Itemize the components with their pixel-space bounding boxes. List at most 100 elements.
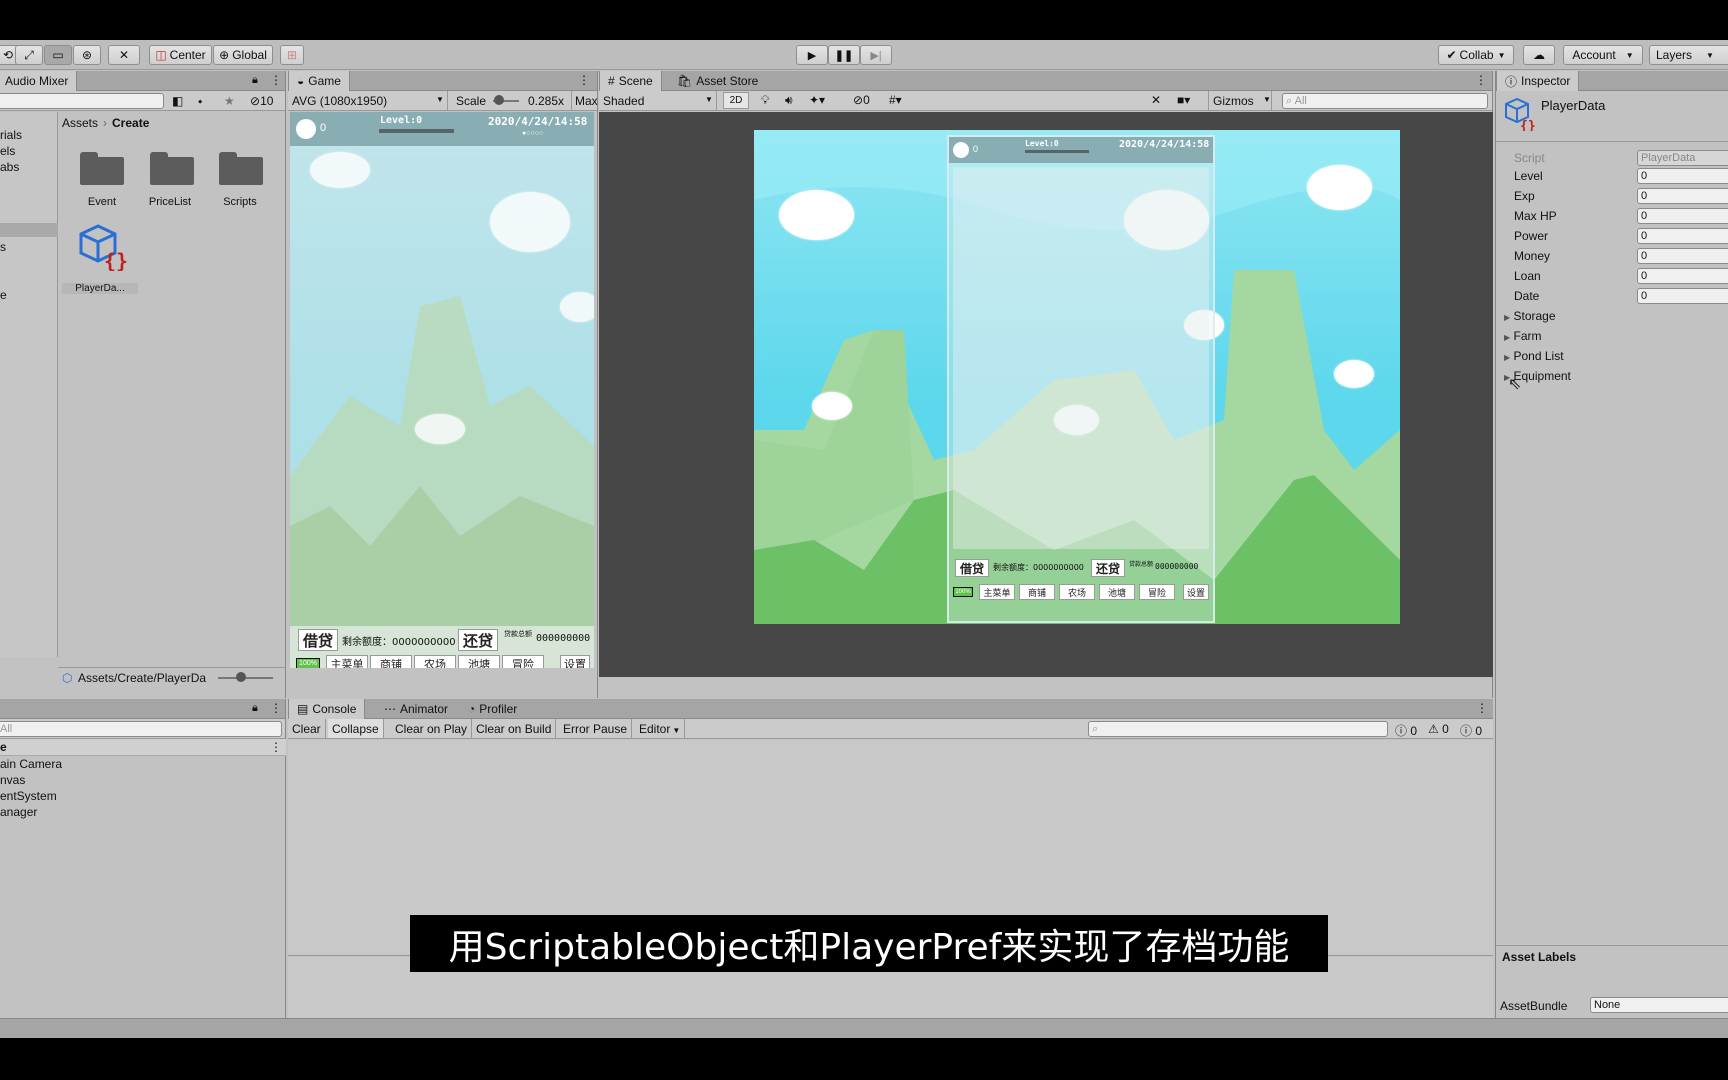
more-icon[interactable]: ⋮ bbox=[1475, 73, 1487, 87]
max-hp-field[interactable]: 0 bbox=[1637, 208, 1728, 224]
level-field[interactable]: 0 bbox=[1637, 168, 1728, 184]
collapse-button[interactable]: Collapse bbox=[328, 719, 384, 738]
custom-tool-icon[interactable]: ✕ bbox=[108, 45, 140, 65]
asset-playerdata[interactable]: {} bbox=[78, 223, 128, 273]
nav-adventure[interactable]: 冒险 bbox=[1139, 584, 1175, 600]
more-icon[interactable]: ⋮ bbox=[270, 740, 282, 754]
more-icon[interactable]: ⋮ bbox=[270, 73, 282, 87]
account-button[interactable]: Account ▼ bbox=[1563, 45, 1643, 65]
power-field[interactable]: 0 bbox=[1637, 228, 1728, 244]
log-count[interactable]: ⓘ 0 bbox=[1395, 722, 1417, 739]
clear-button[interactable]: Clear bbox=[288, 719, 326, 738]
tree-item[interactable]: s bbox=[0, 240, 6, 254]
console-search-input[interactable]: ⌕ bbox=[1088, 721, 1388, 737]
audio-icon[interactable]: 🔊︎ bbox=[785, 93, 793, 108]
more-icon[interactable]: ⋮ bbox=[1476, 701, 1488, 715]
exp-field[interactable]: 0 bbox=[1637, 188, 1728, 204]
repay-button[interactable]: 还贷 bbox=[1091, 559, 1125, 577]
lock-icon[interactable]: 🔒︎ bbox=[252, 702, 258, 715]
nav-pond[interactable]: 池塘 bbox=[1099, 584, 1135, 600]
game-render[interactable]: 0 Level:0 2020/4/24/14:58 ●○○○○ 借贷 剩余额度：… bbox=[290, 112, 594, 668]
2d-toggle[interactable]: 2D bbox=[723, 92, 749, 109]
date-field[interactable]: 0 bbox=[1637, 288, 1728, 304]
effects-icon[interactable]: ✦▾ bbox=[809, 93, 825, 107]
nav-main-menu[interactable]: 主菜单 bbox=[979, 584, 1015, 600]
asset-folder-scripts[interactable] bbox=[219, 152, 263, 185]
warning-count[interactable]: ⚠ 0 bbox=[1428, 722, 1449, 736]
editor-dropdown[interactable]: Editor ▼ bbox=[635, 719, 686, 738]
error-pause-button[interactable]: Error Pause bbox=[559, 719, 633, 738]
step-button[interactable]: ▶| bbox=[860, 45, 892, 65]
lock-icon[interactable]: 🔒︎ bbox=[252, 74, 258, 87]
tab-scene[interactable]: # Scene bbox=[599, 71, 662, 91]
money-field[interactable]: 0 bbox=[1637, 248, 1728, 264]
nav-pond[interactable]: 池塘 bbox=[458, 655, 500, 668]
tab-console[interactable]: ▤ Console bbox=[288, 699, 366, 719]
tree-item-selected[interactable] bbox=[0, 223, 58, 237]
cloud-button[interactable]: ☁ bbox=[1523, 45, 1555, 65]
nav-adventure[interactable]: 冒险 bbox=[502, 655, 544, 668]
pivot-center-button[interactable]: ◫ Center bbox=[149, 45, 212, 65]
loan-field[interactable]: 0 bbox=[1637, 268, 1728, 284]
pause-button[interactable]: ❚❚ bbox=[828, 45, 860, 65]
hierarchy-item[interactable]: ain Camera bbox=[0, 757, 62, 771]
more-icon[interactable]: ⋮ bbox=[578, 73, 590, 87]
tree-item[interactable]: rials bbox=[0, 128, 22, 142]
nav-settings[interactable]: 设置 bbox=[560, 655, 590, 668]
hidden-objects-icon[interactable]: ⊘0 bbox=[853, 93, 870, 107]
favorite-icon[interactable]: ★ bbox=[224, 94, 235, 108]
more-icon[interactable]: ⋮ bbox=[270, 701, 282, 715]
pivot-global-button[interactable]: ⊕ Global bbox=[213, 45, 273, 65]
tab-profiler[interactable]: ◔ Profiler bbox=[460, 699, 525, 719]
nav-shop[interactable]: 商铺 bbox=[370, 655, 412, 668]
scene-header[interactable]: e ⋮ bbox=[0, 739, 286, 756]
asset-folder-event[interactable] bbox=[80, 152, 124, 185]
play-button[interactable]: ▶ bbox=[796, 45, 828, 65]
foldout-pond-list[interactable]: ▶ Pond List bbox=[1504, 349, 1564, 363]
scene-viewport[interactable]: 0 Level:0 2020/4/24/14:58 借贷 剩余额度：000000… bbox=[599, 112, 1493, 677]
tab-inspector[interactable]: ⓘ Inspector bbox=[1496, 71, 1580, 91]
project-search-input[interactable] bbox=[0, 93, 164, 109]
scene-canvas[interactable]: 0 Level:0 2020/4/24/14:58 借贷 剩余额度：000000… bbox=[754, 130, 1400, 624]
tab-asset-store[interactable]: 🛍︎ Asset Store bbox=[669, 71, 766, 91]
hidden-count-icon[interactable]: ⊘10 bbox=[250, 94, 273, 108]
tab-audio-mixer[interactable]: Audio Mixer bbox=[0, 71, 78, 91]
slider-thumb[interactable] bbox=[236, 672, 246, 682]
shading-dropdown[interactable]: Shaded ▼ bbox=[599, 91, 717, 110]
snap-icon[interactable]: ⊞ bbox=[280, 45, 304, 65]
hierarchy-item[interactable]: nvas bbox=[0, 773, 25, 787]
layers-button[interactable]: Layers ▼ bbox=[1649, 45, 1728, 65]
tools-icon[interactable]: ✕ bbox=[1151, 93, 1161, 107]
nav-shop[interactable]: 商铺 bbox=[1019, 584, 1055, 600]
clear-on-play-button[interactable]: Clear on Play bbox=[391, 719, 473, 738]
tree-item[interactable]: abs bbox=[0, 160, 19, 174]
gizmos-dropdown[interactable]: Gizmos ▼ bbox=[1208, 91, 1272, 110]
tab-animator[interactable]: ⋯ Animator bbox=[376, 699, 456, 719]
grid-snap-icon[interactable]: #▾ bbox=[889, 93, 902, 107]
resolution-dropdown[interactable]: AVG (1080x1950) ▼ bbox=[288, 91, 448, 110]
nav-main-menu[interactable]: 主菜单 bbox=[326, 655, 368, 668]
tree-item[interactable]: e bbox=[0, 288, 7, 302]
transform-tool-icon[interactable]: ⊛ bbox=[73, 45, 101, 65]
hierarchy-item[interactable]: entSystem bbox=[0, 789, 57, 803]
scale-tool-icon[interactable]: ⤢ bbox=[15, 45, 43, 65]
borrow-button[interactable]: 借贷 bbox=[955, 559, 989, 577]
camera-icon[interactable]: ■▾ bbox=[1177, 93, 1190, 107]
hierarchy-item[interactable]: anager bbox=[0, 805, 37, 819]
canvas-frame[interactable]: 0 Level:0 2020/4/24/14:58 借贷 剩余额度：000000… bbox=[947, 135, 1215, 623]
tree-item[interactable]: els bbox=[0, 144, 15, 158]
rect-tool-icon[interactable]: ▭ bbox=[44, 45, 72, 65]
collab-button[interactable]: ✔ Collab ▼ bbox=[1438, 45, 1514, 65]
tab-game[interactable]: ◒ Game bbox=[288, 71, 350, 91]
maximize-toggle[interactable]: Max bbox=[571, 91, 597, 110]
hierarchy-search-input[interactable]: All bbox=[0, 721, 282, 737]
nav-farm[interactable]: 农场 bbox=[1059, 584, 1095, 600]
clear-on-build-button[interactable]: Clear on Build bbox=[472, 719, 557, 738]
foldout-farm[interactable]: ▶ Farm bbox=[1504, 329, 1542, 343]
scene-search-input[interactable]: ⌕ All bbox=[1282, 93, 1488, 109]
assetbundle-dropdown[interactable]: None bbox=[1590, 997, 1728, 1013]
nav-farm[interactable]: 农场 bbox=[414, 655, 456, 668]
repay-button[interactable]: 还贷 bbox=[458, 629, 498, 651]
nav-settings[interactable]: 设置 bbox=[1183, 584, 1209, 600]
asset-folder-pricelist[interactable] bbox=[150, 152, 194, 185]
